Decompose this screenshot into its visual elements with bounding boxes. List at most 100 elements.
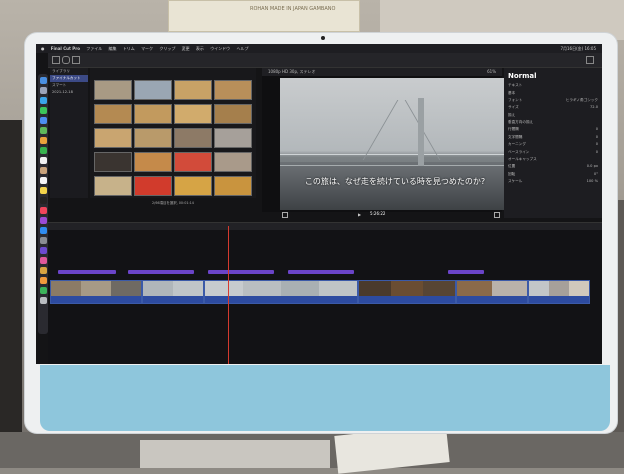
inspector-row[interactable]: 垂直方向の揃え (504, 119, 602, 126)
inspector-row[interactable]: 文字間隔 0 (504, 134, 602, 141)
clip-thumbnail[interactable] (214, 128, 252, 148)
podcasts-icon[interactable] (39, 217, 47, 224)
left-object (0, 120, 22, 450)
inspector-row[interactable]: オールキャップス (504, 156, 602, 163)
viewer-zoom[interactable]: 61% (487, 68, 496, 76)
keyword-icon[interactable] (72, 56, 80, 64)
clip-thumbnail[interactable] (94, 128, 132, 148)
mail-icon[interactable] (39, 117, 47, 124)
clip-thumbnail[interactable] (94, 80, 132, 100)
playhead[interactable] (228, 226, 229, 364)
inspector-row[interactable]: ベースライン 0 (504, 148, 602, 155)
clip-thumbnail[interactable] (94, 176, 132, 196)
clip-thumbnail[interactable] (134, 80, 172, 100)
transform-icon[interactable] (282, 212, 288, 218)
trash-icon[interactable] (39, 297, 47, 304)
contacts-icon[interactable] (39, 167, 47, 174)
viewer-timecode: 5:26:22 (370, 211, 386, 216)
launchpad-icon[interactable] (39, 87, 47, 94)
clip-thumbnail[interactable] (134, 152, 172, 172)
inspector-row[interactable]: 行間隔 0 (504, 126, 602, 133)
menu-help[interactable]: ヘルプ (236, 44, 248, 53)
apple-icon[interactable]: ● (41, 44, 45, 53)
sidebar-item-event[interactable]: ファイナルカット (50, 75, 88, 82)
calendar-icon[interactable] (39, 157, 47, 164)
menu-clip[interactable]: クリップ (159, 44, 175, 53)
safari-icon[interactable] (39, 97, 47, 104)
numbers-icon[interactable] (39, 287, 47, 294)
clip-thumbnail[interactable] (94, 104, 132, 124)
clip-thumbnail[interactable] (214, 176, 252, 196)
clip-thumbnail[interactable] (134, 128, 172, 148)
clip-thumbnail[interactable] (174, 80, 212, 100)
photos-icon[interactable] (39, 137, 47, 144)
inspector-row[interactable]: カーニング 0 (504, 141, 602, 148)
fullscreen-icon[interactable] (494, 212, 500, 218)
menubar: ● Final Cut Pro ファイル 編集 トリム マーク クリップ 変更 … (36, 44, 602, 53)
clip-thumbnail[interactable] (214, 80, 252, 100)
clip-thumbnail[interactable] (174, 104, 212, 124)
clip-thumbnail[interactable] (174, 176, 212, 196)
maps-icon[interactable] (39, 127, 47, 134)
motion-icon[interactable] (39, 257, 47, 264)
pages-icon[interactable] (39, 277, 47, 284)
reminders-icon[interactable] (39, 177, 47, 184)
dock (38, 74, 48, 334)
sidebar-item-date[interactable]: 2021-12-18 (50, 89, 88, 95)
menubar-clock[interactable]: 7月16日(金) 16:05 (560, 44, 596, 53)
title-clip[interactable] (128, 270, 194, 274)
video-clip[interactable] (528, 280, 590, 304)
inspector-row[interactable]: 揃え (504, 112, 602, 119)
desk-paper (140, 440, 330, 468)
sidebar-item-library[interactable]: ライブラリ (50, 68, 88, 75)
menu-edit[interactable]: 編集 (109, 44, 117, 53)
messages-icon[interactable] (39, 107, 47, 114)
clip-thumbnail[interactable] (134, 104, 172, 124)
tv-icon[interactable] (39, 197, 47, 204)
clip-thumbnail[interactable] (214, 152, 252, 172)
compressor-icon[interactable] (39, 267, 47, 274)
menu-modify[interactable]: 変更 (182, 44, 190, 53)
facetime-icon[interactable] (39, 147, 47, 154)
inspector-row[interactable]: 基本 (504, 89, 602, 96)
viewer-controls: ▶ 5:26:22 (280, 210, 504, 218)
viewer-header: 1080p HD 30p, ステレオ 61% (262, 68, 502, 76)
library-toggle-icon[interactable] (52, 56, 60, 64)
video-clip[interactable] (358, 280, 456, 304)
settings-icon[interactable] (39, 237, 47, 244)
finder-icon[interactable] (39, 77, 47, 84)
music-icon[interactable] (39, 207, 47, 214)
play-icon[interactable]: ▶ (358, 211, 361, 219)
import-icon[interactable] (62, 56, 70, 64)
appstore-icon[interactable] (39, 227, 47, 234)
title-clip[interactable] (288, 270, 354, 274)
menu-view[interactable]: 表示 (196, 44, 204, 53)
menu-file[interactable]: ファイル (86, 44, 102, 53)
video-clip[interactable] (50, 280, 142, 304)
inspector-row[interactable]: 位置 0.0 px (504, 163, 602, 170)
menu-mark[interactable]: マーク (141, 44, 153, 53)
video-clip[interactable] (142, 280, 204, 304)
clip-thumbnail[interactable] (174, 128, 212, 148)
menu-trim[interactable]: トリム (123, 44, 135, 53)
video-clip[interactable] (456, 280, 528, 304)
clip-thumbnail[interactable] (214, 104, 252, 124)
menu-window[interactable]: ウインドウ (210, 44, 230, 53)
title-clip[interactable] (448, 270, 484, 274)
sidebar-item-smart[interactable]: スマート (50, 82, 88, 89)
clip-thumbnail[interactable] (94, 152, 132, 172)
clip-browser (90, 68, 256, 198)
notes-icon[interactable] (39, 187, 47, 194)
inspector-row[interactable]: スケール 100 % (504, 178, 602, 185)
menu-app-name[interactable]: Final Cut Pro (51, 44, 80, 53)
inspector-row[interactable]: フォント ヒラギノ角ゴシック (504, 97, 602, 104)
title-clip[interactable] (58, 270, 116, 274)
title-clip[interactable] (208, 270, 274, 274)
finalcut-icon[interactable] (39, 247, 47, 254)
clip-thumbnail[interactable] (174, 152, 212, 172)
inspector-row[interactable]: テキスト (504, 82, 602, 89)
inspector-row[interactable]: 回転 0° (504, 171, 602, 178)
share-icon[interactable] (586, 56, 594, 64)
clip-thumbnail[interactable] (134, 176, 172, 196)
inspector-row[interactable]: サイズ 72.0 (504, 104, 602, 111)
